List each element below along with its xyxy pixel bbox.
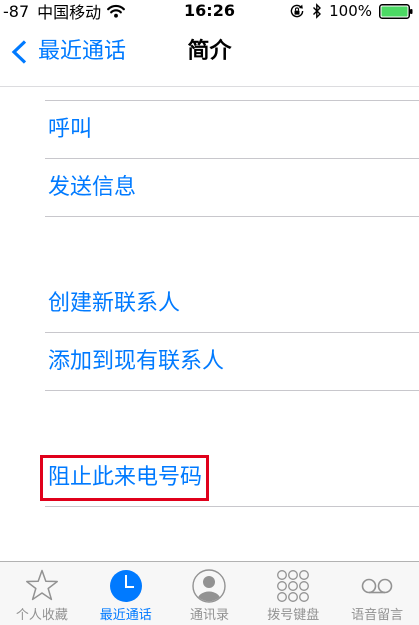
tab-label: 个人收藏: [15, 608, 68, 623]
call-label: 呼叫: [48, 117, 93, 142]
page-title: 简介: [187, 39, 232, 64]
tab-recents[interactable]: 最近通话: [84, 562, 168, 625]
tab-label: 拨号键盘: [267, 608, 320, 623]
status-bar-right: 100%: [289, 0, 413, 22]
rotation-lock-icon: [289, 3, 305, 19]
create-new-contact-label: 创建新联系人: [48, 291, 181, 316]
nav-bar: 最近通话 简介: [0, 22, 419, 87]
add-to-existing-contact-button[interactable]: 添加到现有联系人: [0, 333, 419, 391]
bluetooth-icon: [312, 3, 322, 19]
keypad-icon: [277, 570, 310, 602]
phone-screen: -87 中国移动 16:26 100% 最近通话 简介 呼叫 发送信息 创建新联…: [0, 0, 419, 625]
battery-percent: 100%: [329, 2, 372, 20]
tab-label: 语音留言: [351, 608, 404, 623]
battery-icon: [379, 3, 413, 19]
status-bar: -87 中国移动 16:26 100%: [0, 0, 419, 22]
create-new-contact-button[interactable]: 创建新联系人: [0, 275, 419, 333]
add-to-existing-contact-label: 添加到现有联系人: [48, 349, 225, 374]
call-button[interactable]: 呼叫: [0, 101, 419, 159]
tab-contacts[interactable]: 通讯录: [168, 562, 252, 625]
tab-favorites[interactable]: 个人收藏: [0, 562, 84, 625]
action-list: 呼叫 发送信息 创建新联系人 添加到现有联系人 阻止此来电号码: [0, 87, 419, 507]
tab-bar: 个人收藏 最近通话 通讯录 拨号键盘 语音留言: [0, 561, 419, 625]
block-caller-label: 阻止此来电号码: [48, 465, 203, 490]
list-item-partial: [0, 87, 419, 101]
clock-icon: [109, 570, 142, 602]
star-icon: [25, 569, 58, 601]
tab-keypad[interactable]: 拨号键盘: [251, 562, 335, 625]
tab-label: 通讯录: [189, 608, 229, 623]
tab-voicemail[interactable]: 语音留言: [335, 562, 419, 625]
send-message-label: 发送信息: [48, 175, 137, 200]
voicemail-icon: [361, 578, 393, 594]
block-caller-button[interactable]: 阻止此来电号码: [0, 449, 419, 507]
contacts-icon: [192, 569, 227, 603]
tab-label: 最近通话: [99, 608, 152, 623]
send-message-button[interactable]: 发送信息: [0, 159, 419, 217]
